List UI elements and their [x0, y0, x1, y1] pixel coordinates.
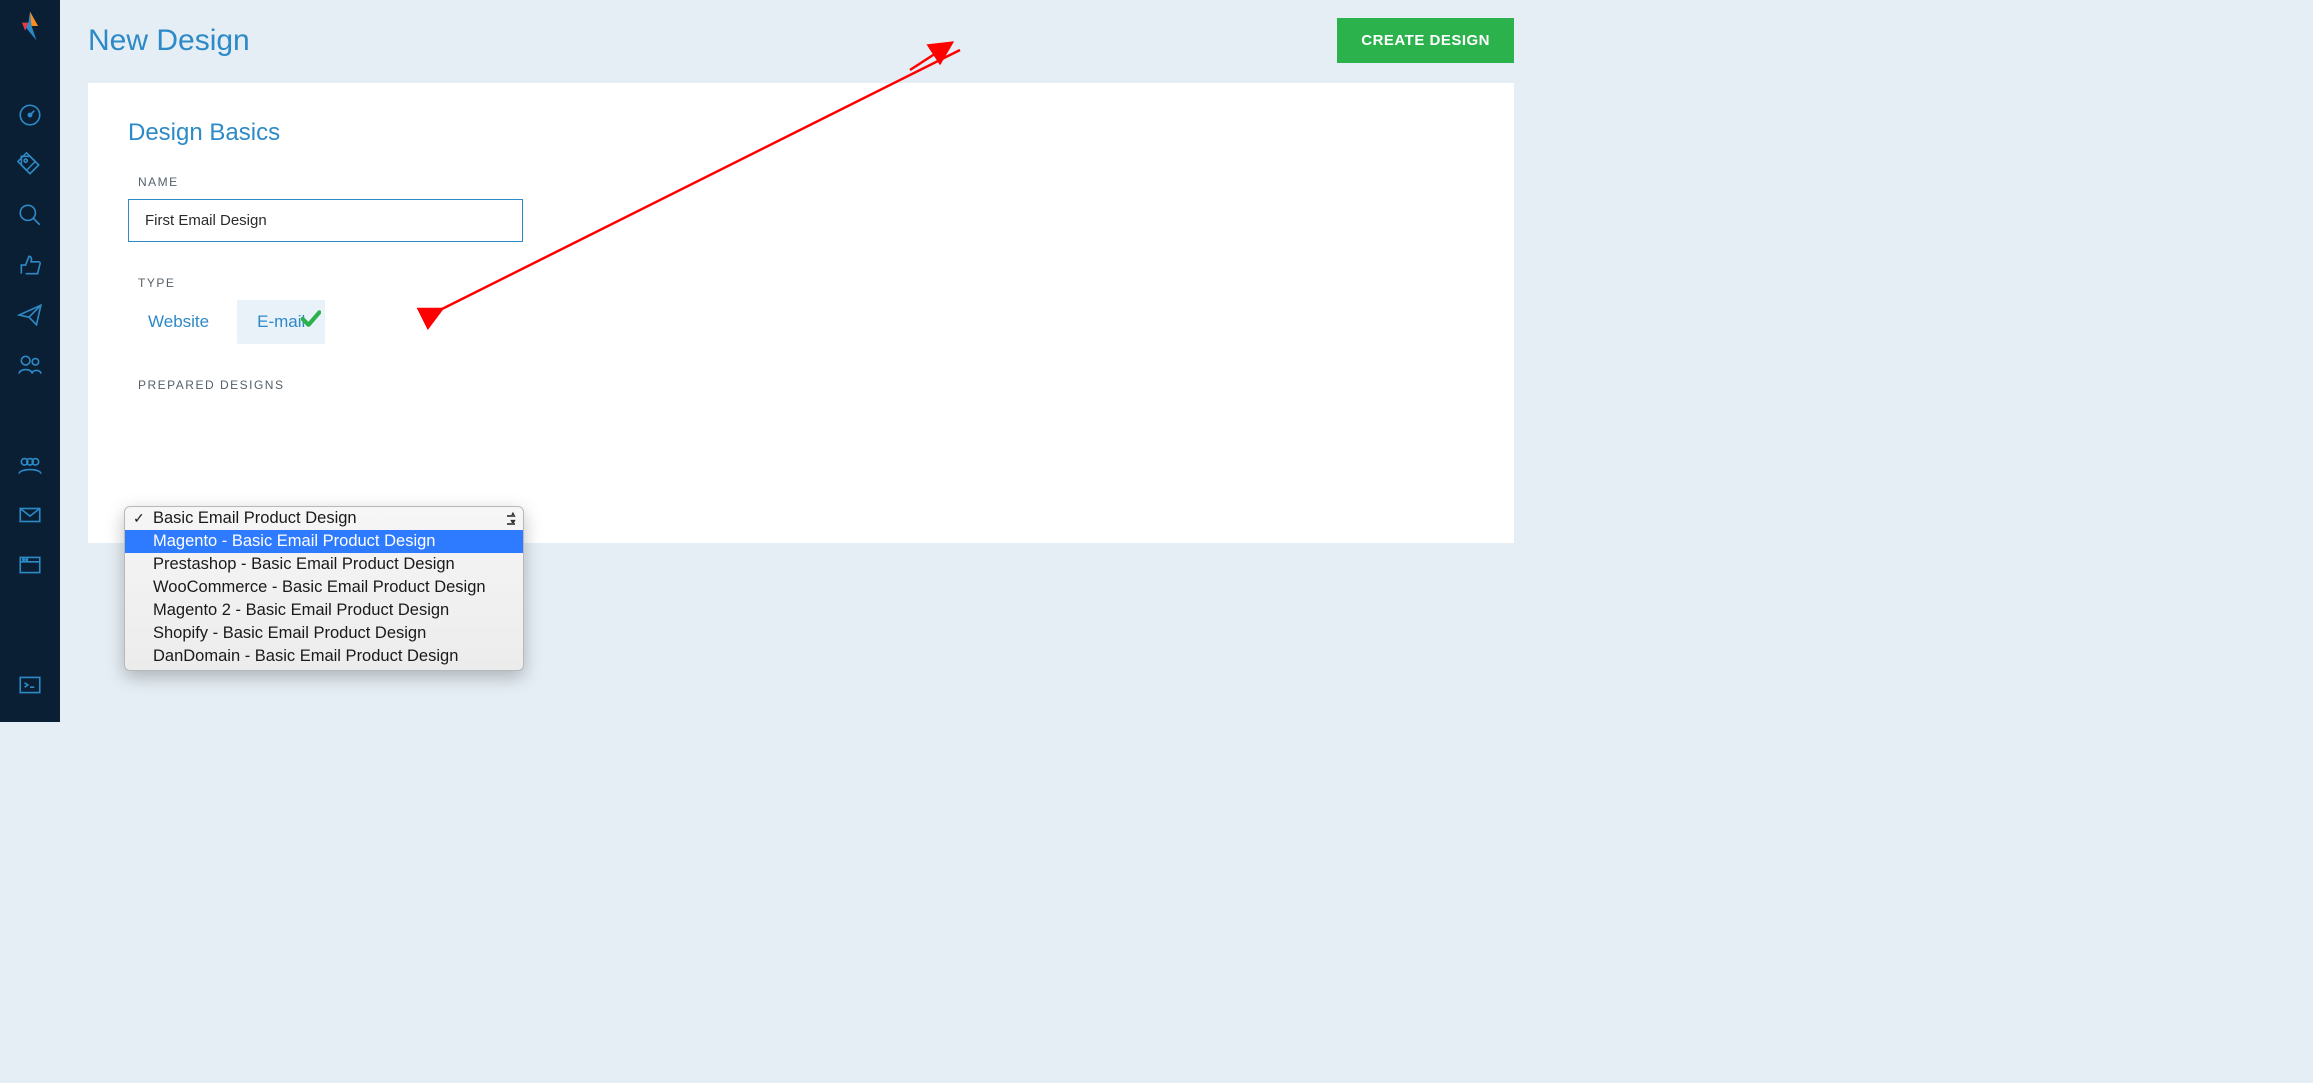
- create-design-button[interactable]: CREATE DESIGN: [1337, 18, 1514, 63]
- sidebar: [0, 0, 60, 722]
- dropdown-option[interactable]: Magento 2 - Basic Email Product Design: [125, 599, 523, 622]
- dropdown-option[interactable]: DanDomain - Basic Email Product Design: [125, 645, 523, 670]
- dropdown-option-label: Shopify - Basic Email Product Design: [153, 624, 426, 643]
- page-title: New Design: [88, 24, 250, 58]
- design-basics-card: Design Basics NAME TYPE Website E-mail P…: [88, 83, 1514, 543]
- name-label: NAME: [138, 175, 1474, 189]
- app-logo-icon: [14, 10, 46, 42]
- dropdown-option-label: WooCommerce - Basic Email Product Design: [153, 578, 486, 597]
- dropdown-option[interactable]: ✓ Basic Email Product Design: [125, 507, 523, 530]
- type-label: TYPE: [138, 276, 1474, 290]
- terminal-icon[interactable]: [17, 672, 43, 698]
- check-icon: ✓: [133, 510, 145, 527]
- type-option-email-label: E-mail: [257, 312, 305, 331]
- dropdown-option[interactable]: Prestashop - Basic Email Product Design: [125, 553, 523, 576]
- browser-icon[interactable]: [17, 552, 43, 578]
- dropdown-option-label: DanDomain - Basic Email Product Design: [153, 647, 458, 666]
- dashboard-icon[interactable]: [17, 102, 43, 128]
- header-row: New Design CREATE DESIGN: [88, 18, 1514, 63]
- name-input[interactable]: [128, 199, 523, 242]
- send-icon[interactable]: [17, 302, 43, 328]
- search-icon[interactable]: [17, 202, 43, 228]
- dropdown-option-label: Magento - Basic Email Product Design: [153, 532, 435, 551]
- section-title: Design Basics: [128, 119, 1474, 147]
- checkmark-icon: [301, 310, 321, 328]
- thumbs-up-icon[interactable]: [17, 252, 43, 278]
- type-option-website[interactable]: Website: [128, 300, 229, 344]
- prepared-designs-dropdown[interactable]: ▲▼ ✓ Basic Email Product Design Magento …: [124, 506, 524, 671]
- prepared-label: PREPARED DESIGNS: [138, 378, 1474, 392]
- dropdown-option[interactable]: WooCommerce - Basic Email Product Design: [125, 576, 523, 599]
- users-icon[interactable]: [17, 352, 43, 378]
- dropdown-option-label: Prestashop - Basic Email Product Design: [153, 555, 455, 574]
- dropdown-option-label: Basic Email Product Design: [153, 509, 357, 528]
- tag-icon[interactable]: [17, 152, 43, 178]
- dropdown-option[interactable]: Magento - Basic Email Product Design: [125, 530, 523, 553]
- type-option-email[interactable]: E-mail: [237, 300, 325, 344]
- group-icon[interactable]: [17, 452, 43, 478]
- mail-icon[interactable]: [17, 502, 43, 528]
- dropdown-option-label: Magento 2 - Basic Email Product Design: [153, 601, 449, 620]
- dropdown-option[interactable]: Shopify - Basic Email Product Design: [125, 622, 523, 645]
